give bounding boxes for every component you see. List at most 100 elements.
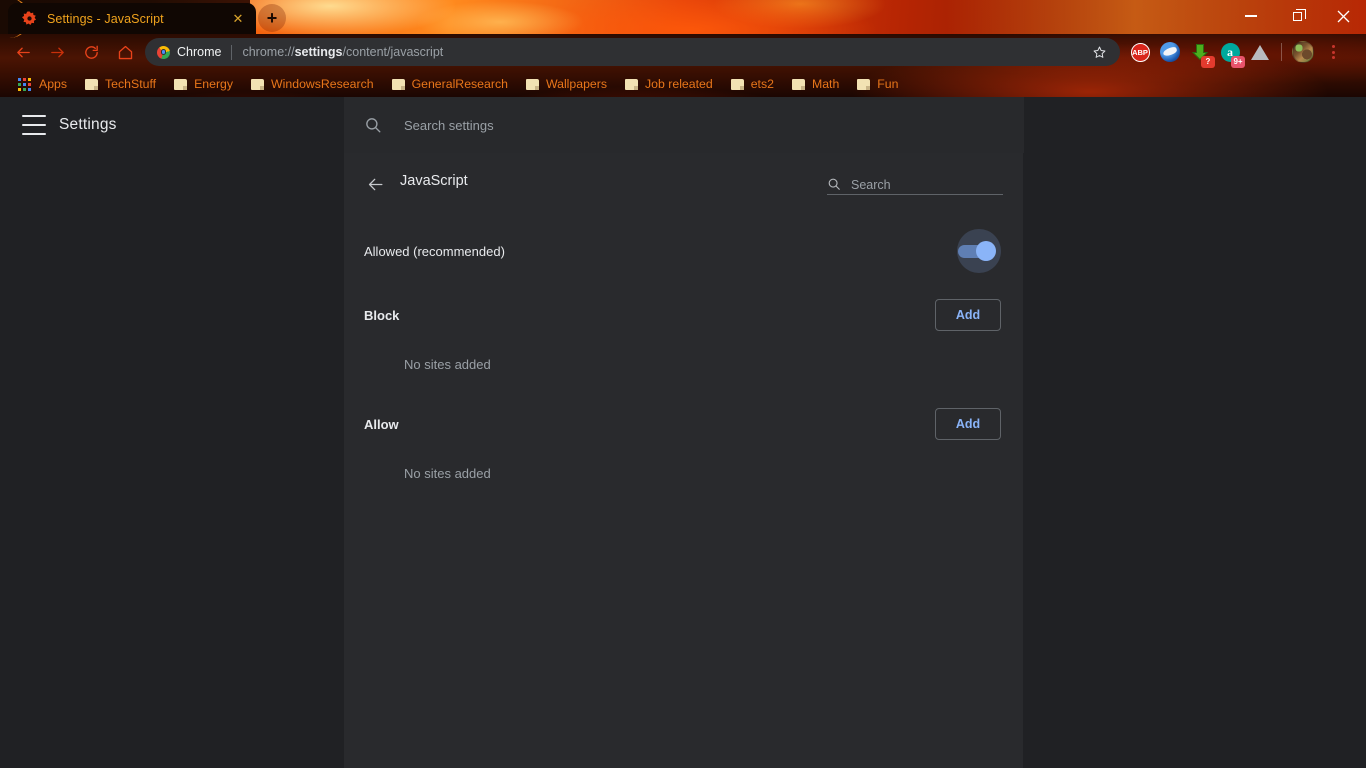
allow-add-button[interactable]: Add	[935, 408, 1001, 440]
folder-icon	[174, 78, 188, 90]
bookmark-apps[interactable]: Apps	[10, 73, 75, 95]
settings-title: Settings	[59, 116, 117, 133]
allow-section-header: Allow Add	[364, 396, 1001, 452]
allow-section-title: Allow	[364, 416, 399, 432]
omnibox-url: chrome://settings/content/javascript	[242, 45, 1088, 59]
menu-hamburger-icon[interactable]	[22, 115, 46, 135]
folder-icon	[791, 78, 805, 90]
site-search-placeholder: Search	[851, 178, 891, 192]
chrome-logo-icon	[157, 45, 170, 59]
toggle-label: Allowed (recommended)	[364, 243, 505, 259]
block-section-title: Block	[364, 307, 400, 323]
address-bar[interactable]: Chrome chrome://settings/content/javascr…	[145, 38, 1120, 66]
tab-close-button[interactable]: ✕	[228, 9, 248, 29]
bookmark-label: WindowsResearch	[271, 77, 374, 91]
block-section: Block Add No sites added	[344, 287, 1023, 386]
url-suffix: /content/javascript	[342, 45, 444, 59]
allow-section: Allow Add No sites added	[344, 396, 1023, 495]
omnibox-chip: Chrome	[157, 45, 221, 59]
avatar	[1292, 41, 1314, 63]
omnibox-divider	[231, 44, 233, 60]
home-button[interactable]	[110, 37, 140, 67]
restore-icon	[1292, 8, 1306, 21]
apps-grid-icon	[18, 77, 32, 91]
bookmark-label: TechStuff	[105, 77, 157, 91]
bookmark-label: Job releated	[645, 77, 713, 91]
folder-icon	[251, 78, 265, 90]
toggle-knob	[976, 241, 996, 261]
extension-download-button[interactable]: ?	[1186, 38, 1215, 68]
site-search-box[interactable]: Search	[827, 173, 1003, 195]
back-button[interactable]	[362, 171, 388, 197]
extensions-toolbar: ABP ? a 9+	[1126, 38, 1347, 68]
browser-window: Settings - JavaScript ✕ + Chrome chrome:…	[0, 0, 1366, 768]
search-icon	[827, 177, 841, 191]
browser-chrome: Settings - JavaScript ✕ + Chrome chrome:…	[0, 0, 1366, 97]
javascript-toggle[interactable]	[949, 227, 1001, 275]
maximize-button[interactable]	[1274, 0, 1320, 32]
bookmark-star-icon[interactable]	[1088, 41, 1110, 63]
bookmark-energy[interactable]: Energy	[166, 73, 241, 95]
window-controls	[1228, 0, 1366, 32]
bookmark-fun[interactable]: Fun	[849, 73, 906, 95]
close-icon	[1337, 10, 1349, 22]
javascript-settings-card: JavaScript Search Allowed (recommended)	[344, 153, 1023, 768]
extension-adblock-plus-button[interactable]: ABP	[1126, 38, 1154, 66]
bookmark-job-releated[interactable]: Job releated	[617, 73, 721, 95]
javascript-allowed-row: Allowed (recommended)	[344, 215, 1023, 287]
chrome-menu-button[interactable]	[1319, 38, 1347, 66]
page-title: JavaScript	[400, 173, 468, 189]
bookmarks-bar: Apps TechStuff Energy WindowsResearch Ge…	[0, 71, 1366, 97]
new-tab-button[interactable]: +	[258, 4, 286, 32]
close-window-button[interactable]	[1320, 0, 1366, 32]
adblock-plus-icon: ABP	[1130, 42, 1150, 62]
bookmark-label: Wallpapers	[545, 77, 608, 91]
extension-blue-globe-button[interactable]	[1156, 38, 1184, 66]
folder-icon	[525, 78, 539, 90]
bookmark-math[interactable]: Math	[784, 73, 847, 95]
browser-tab[interactable]: Settings - JavaScript ✕	[8, 3, 256, 34]
reload-icon	[84, 45, 98, 59]
folder-icon	[85, 78, 99, 90]
bookmark-windowsresearch[interactable]: WindowsResearch	[243, 73, 382, 95]
block-add-button[interactable]: Add	[935, 299, 1001, 331]
bookmark-label: GeneralResearch	[411, 77, 508, 91]
a-extension-badge: 9+	[1231, 56, 1245, 68]
profile-button[interactable]	[1289, 38, 1317, 66]
bookmark-label: Apps	[39, 77, 68, 91]
folder-icon	[857, 78, 871, 90]
download-badge: ?	[1201, 56, 1215, 68]
toggle-track	[958, 241, 996, 261]
url-prefix: chrome://	[242, 45, 295, 59]
search-icon	[364, 116, 382, 134]
bookmark-label: Fun	[877, 77, 899, 91]
back-arrow-icon	[16, 47, 30, 57]
bookmark-generalresearch[interactable]: GeneralResearch	[384, 73, 516, 95]
forward-button[interactable]	[42, 37, 72, 67]
bookmark-techstuff[interactable]: TechStuff	[77, 73, 164, 95]
bookmark-label: Energy	[194, 77, 234, 91]
settings-page: Settings Search settings JavaScript Sear…	[0, 97, 1366, 768]
bookmark-ets2[interactable]: ets2	[723, 73, 782, 95]
extension-a-button[interactable]: a 9+	[1216, 38, 1245, 68]
settings-search-placeholder: Search settings	[404, 117, 494, 133]
bookmark-wallpapers[interactable]: Wallpapers	[518, 73, 615, 95]
back-arrow-icon	[368, 178, 382, 190]
tab-title: Settings - JavaScript	[47, 11, 164, 26]
folder-icon	[391, 78, 405, 90]
bookmark-label: Math	[811, 77, 840, 91]
allow-empty-text: No sites added	[404, 466, 491, 481]
home-icon	[118, 45, 132, 59]
folder-icon	[625, 78, 639, 90]
extension-triangle-button[interactable]	[1246, 38, 1274, 66]
minimize-button[interactable]	[1228, 0, 1274, 32]
three-dot-menu-icon	[1321, 40, 1345, 64]
toolbar-divider	[1281, 43, 1282, 61]
settings-search-box[interactable]: Search settings	[344, 97, 1024, 153]
back-button[interactable]	[8, 37, 38, 67]
forward-arrow-icon	[50, 47, 64, 57]
block-empty-text: No sites added	[404, 357, 491, 372]
gear-icon	[22, 11, 37, 26]
reload-button[interactable]	[76, 37, 106, 67]
folder-icon	[730, 78, 744, 90]
